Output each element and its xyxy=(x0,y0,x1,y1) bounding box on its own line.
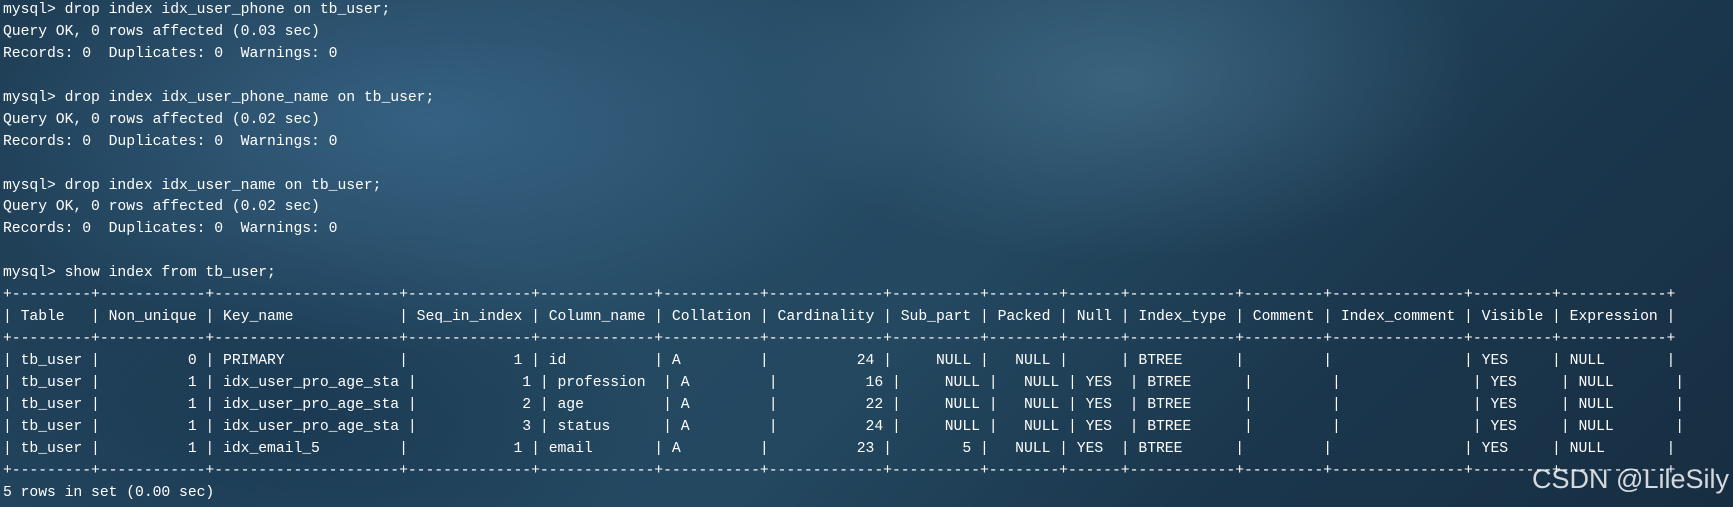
terminal-line: Records: 0 Duplicates: 0 Warnings: 0 xyxy=(3,45,338,62)
table-row: | tb_user | 1 | idx_user_pro_age_sta | 2… xyxy=(3,396,1685,413)
watermark: CSDN @LileSily xyxy=(1532,464,1729,494)
table-row: | tb_user | 1 | idx_user_pro_age_sta | 1… xyxy=(3,374,1685,391)
table-row: | tb_user | 0 | PRIMARY | 1 | id | A | 2… xyxy=(3,353,1676,369)
terminal-line: mysql> drop index idx_user_name on tb_us… xyxy=(3,177,382,194)
terminal-line: Query OK, 0 rows affected (0.02 sec) xyxy=(3,111,320,128)
terminal-line: Query OK, 0 rows affected (0.03 sec) xyxy=(3,23,320,40)
terminal-line: Records: 0 Duplicates: 0 Warnings: 0 xyxy=(3,221,338,238)
table-border: +---------+------------+----------------… xyxy=(3,331,1676,348)
table-header: | Table | Non_unique | Key_name | Seq_in… xyxy=(3,309,1676,326)
terminal-line: mysql> drop index idx_user_phone on tb_u… xyxy=(3,2,391,18)
terminal-line: Query OK, 0 rows affected (0.02 sec) xyxy=(3,199,320,216)
table-border: +---------+------------+----------------… xyxy=(3,287,1676,304)
terminal-output: mysql> drop index idx_user_phone on tb_u… xyxy=(3,0,1729,507)
terminal-line: Records: 0 Duplicates: 0 Warnings: 0 xyxy=(3,133,338,150)
table-border: +---------+------------+----------------… xyxy=(3,462,1676,479)
terminal-line: mysql> show index from tb_user; xyxy=(3,265,276,282)
terminal-line: 5 rows in set (0.00 sec) xyxy=(3,484,215,501)
table-row: | tb_user | 1 | idx_user_pro_age_sta | 3… xyxy=(3,418,1685,435)
terminal-line: mysql> drop index idx_user_phone_name on… xyxy=(3,89,435,106)
table-row: | tb_user | 1 | idx_email_5 | 1 | email … xyxy=(3,440,1676,457)
